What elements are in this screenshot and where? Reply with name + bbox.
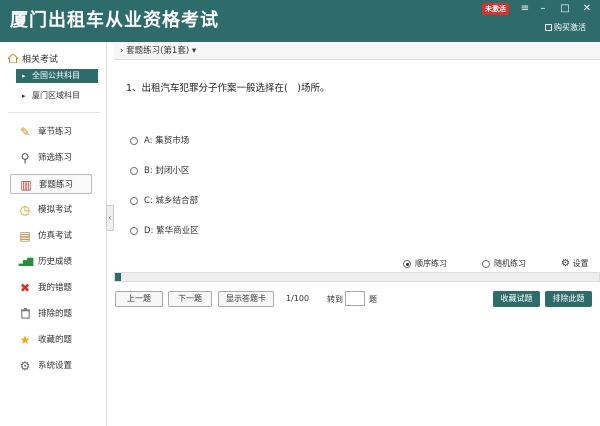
- progress-fill: [115, 273, 121, 281]
- sidebar-item-system-settings[interactable]: ⚙ 系统设置: [10, 356, 92, 376]
- radio-button[interactable]: [130, 167, 138, 175]
- minimize-icon[interactable]: –: [536, 2, 550, 16]
- progress-bar: [114, 272, 600, 282]
- nav-label: 套题练习: [39, 180, 74, 190]
- key-icon: [545, 24, 552, 31]
- answer-option-d[interactable]: D: 繁华商业区: [130, 225, 199, 237]
- sidebar-item-national-subject[interactable]: ▸ 全国公共科目: [16, 69, 98, 83]
- chevron-right-icon: ›: [120, 46, 124, 56]
- clock-icon: ◷: [19, 203, 31, 217]
- breadcrumb[interactable]: › 套题练习(第1套) ▾: [114, 42, 600, 60]
- favorite-question-button[interactable]: 收藏试题: [493, 291, 540, 307]
- answer-option-b[interactable]: B: 封闭小区: [130, 165, 189, 177]
- prev-question-button[interactable]: 上一题: [115, 291, 163, 307]
- nav-label: 收藏的题: [38, 335, 73, 345]
- nav-label: 系统设置: [38, 361, 73, 371]
- bar-chart-icon: ▂▅▇: [18, 257, 33, 266]
- app-title: 厦门出租车从业资格考试: [10, 10, 219, 31]
- sidebar-item-wrong-questions[interactable]: ✖ 我的错题: [10, 278, 92, 298]
- buy-activate-button[interactable]: 购买激活: [545, 22, 586, 33]
- sub-item-label: 厦门区域科目: [32, 91, 80, 100]
- nav-label: 模拟考试: [38, 205, 73, 215]
- caret-right-icon: ▸: [22, 92, 26, 100]
- settings-label: 设置: [572, 259, 589, 268]
- pencil-icon: ✎: [19, 125, 31, 139]
- main-panel: › 套题练习(第1套) ▾ 1、出租汽车犯罪分子作案一般选择在( )场所。 A:…: [114, 42, 600, 426]
- option-label: A: 集贸市场: [144, 136, 190, 146]
- goto-question-input[interactable]: [345, 291, 365, 306]
- related-exams-header: 相关考试: [8, 52, 58, 65]
- search-icon: ⚲: [20, 151, 30, 165]
- sidebar-item-history-scores[interactable]: ▂▅▇ 历史成绩: [10, 252, 92, 272]
- gear-icon: ⚙: [561, 258, 570, 269]
- nav-label: 仿真考试: [38, 231, 73, 241]
- cross-icon: ✖: [19, 281, 31, 295]
- sidebar-item-favorite-questions[interactable]: ★ 收藏的题: [10, 330, 92, 350]
- nav-label: 排除的题: [38, 309, 73, 319]
- sidebar-divider: [8, 112, 100, 113]
- nav-label: 历史成绩: [38, 257, 73, 267]
- radio-button[interactable]: [482, 260, 490, 268]
- sub-item-label: 全国公共科目: [32, 71, 80, 80]
- close-icon[interactable]: ✕: [580, 2, 594, 16]
- answer-option-c[interactable]: C: 城乡结合部: [130, 195, 198, 207]
- nav-label: 我的错题: [38, 283, 73, 293]
- sequential-mode-radio[interactable]: 顺序练习: [403, 258, 447, 270]
- activation-status-badge[interactable]: 未激活: [482, 3, 509, 15]
- next-question-button[interactable]: 下一题: [168, 291, 212, 307]
- radio-button[interactable]: [403, 260, 411, 268]
- option-label: C: 城乡结合部: [144, 196, 199, 206]
- question-counter: 1/100: [286, 294, 310, 303]
- goto-unit-label: 题: [369, 295, 377, 304]
- option-label: B: 封闭小区: [144, 166, 190, 176]
- mode-label: 顺序练习: [415, 259, 447, 268]
- home-icon: [8, 54, 18, 63]
- gear-icon: ⚙: [19, 359, 31, 373]
- menu-icon[interactable]: ≡: [518, 2, 532, 16]
- exclude-question-button[interactable]: 排除此题: [545, 291, 592, 307]
- books-icon: ▥: [20, 178, 32, 192]
- random-mode-radio[interactable]: 随机练习: [482, 258, 526, 270]
- sidebar-item-simulated-exam[interactable]: ▤ 仿真考试: [10, 226, 92, 246]
- mode-label: 随机练习: [494, 259, 526, 268]
- sidebar-item-mock-exam[interactable]: ◷ 模拟考试: [10, 200, 92, 220]
- maximize-icon[interactable]: □: [558, 2, 572, 16]
- settings-button[interactable]: ⚙ 设置: [561, 258, 589, 270]
- sidebar-item-chapter-practice[interactable]: ✎ 章节练习: [10, 122, 92, 142]
- radio-button[interactable]: [130, 197, 138, 205]
- breadcrumb-label: 套题练习(第1套): [126, 46, 190, 56]
- answer-option-a[interactable]: A: 集贸市场: [130, 135, 189, 147]
- sidebar-item-excluded-questions[interactable]: 排除的题: [10, 304, 92, 324]
- trash-icon: [18, 307, 32, 321]
- sidebar: 相关考试 ▸ 全国公共科目 ▸ 厦门区域科目 ✎ 章节练习 ⚲ 筛选练习 ▥ 套题练习 ◷…: [0, 42, 107, 426]
- goto-label: 转到: [327, 295, 343, 304]
- title-bar: 厦门出租车从业资格考试 未激活 ≡ – □ ✕ 购买激活: [0, 0, 600, 42]
- nav-label: 筛选练习: [38, 153, 73, 163]
- sidebar-item-filter-practice[interactable]: ⚲ 筛选练习: [10, 148, 92, 168]
- radio-button[interactable]: [130, 227, 138, 235]
- sidebar-collapse-handle[interactable]: ‹: [106, 205, 114, 231]
- radio-button[interactable]: [130, 137, 138, 145]
- question-text: 1、出租汽车犯罪分子作案一般选择在( )场所。: [126, 83, 330, 94]
- chevron-down-icon: ▾: [191, 46, 197, 56]
- related-exams-label: 相关考试: [22, 55, 59, 65]
- notebook-icon: ▤: [19, 229, 31, 243]
- sidebar-item-set-practice[interactable]: ▥ 套题练习: [10, 174, 92, 194]
- caret-right-icon: ▸: [22, 72, 26, 80]
- star-icon: ★: [19, 333, 31, 347]
- show-answer-card-button[interactable]: 显示答题卡: [218, 291, 274, 307]
- nav-label: 章节练习: [38, 127, 73, 137]
- buy-activate-label: 购买激活: [554, 23, 586, 32]
- option-label: D: 繁华商业区: [144, 226, 199, 236]
- sidebar-item-xiamen-subject[interactable]: ▸ 厦门区域科目: [16, 89, 98, 103]
